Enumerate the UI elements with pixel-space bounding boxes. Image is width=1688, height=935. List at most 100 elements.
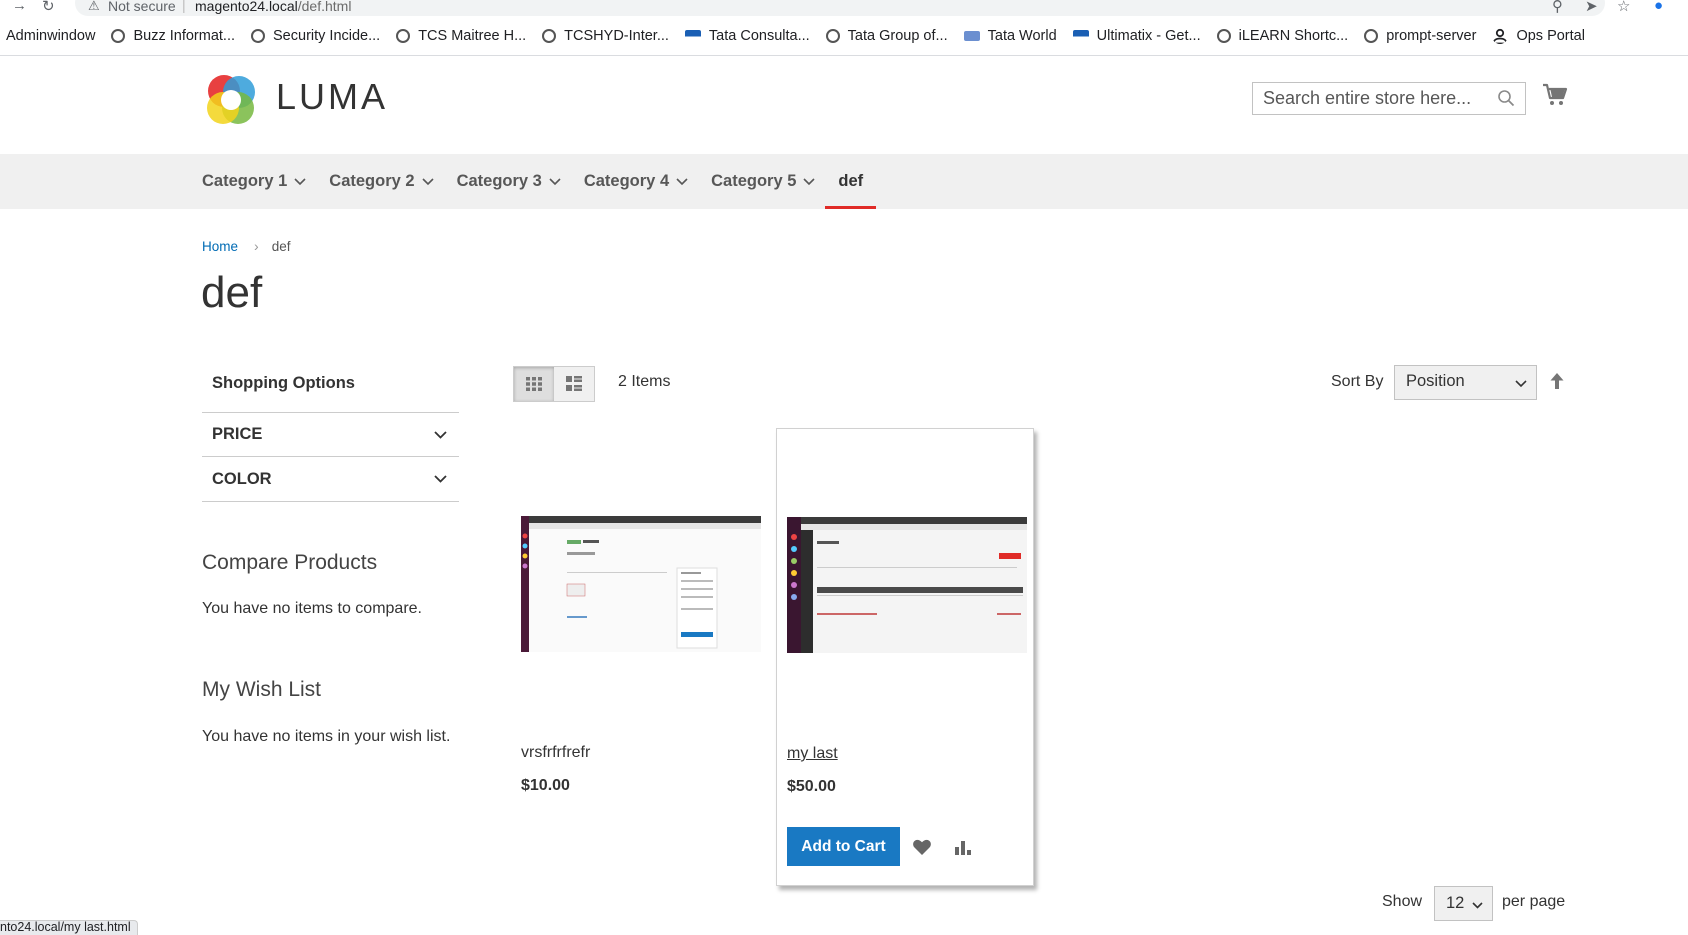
breadcrumb-current: def	[271, 238, 291, 254]
compare-empty-text: You have no items to compare.	[202, 600, 422, 617]
logo-text[interactable]: LUMA	[276, 76, 388, 118]
search-icon[interactable]	[1497, 89, 1515, 107]
nav-category-4[interactable]: Category 4	[584, 154, 688, 209]
luma-logo-icon[interactable]	[202, 71, 260, 129]
warning-icon[interactable]: ⚠	[88, 0, 100, 14]
product-card[interactable]: my last $50.00 Add to Cart	[776, 428, 1034, 886]
product-name[interactable]: my last	[787, 745, 838, 763]
nav-label: Category 1	[202, 172, 288, 190]
tata-icon	[1072, 29, 1089, 42]
product-name[interactable]: vrsfrfrfrefr	[521, 744, 590, 762]
bookmark-label: Ops Portal	[1516, 27, 1585, 44]
page-title: def	[201, 268, 263, 317]
bookmark-tata-consultancy[interactable]: Tata Consulta...	[684, 27, 810, 44]
globe-icon	[1364, 28, 1379, 43]
search-input[interactable]	[1253, 83, 1493, 114]
sort-by-label: Sort By	[1331, 373, 1384, 390]
grid-view-button[interactable]	[514, 367, 554, 401]
filter-label: PRICE	[212, 425, 263, 443]
forward-icon[interactable]: →	[12, 0, 27, 14]
add-to-cart-button[interactable]: Add to Cart	[787, 827, 900, 866]
nav-category-3[interactable]: Category 3	[457, 154, 561, 209]
category-nav: Category 1 Category 2 Category 3 Categor…	[0, 154, 1688, 209]
globe-icon	[542, 28, 557, 43]
chevron-down-icon	[434, 430, 447, 439]
bookmark-security[interactable]: Security Incide...	[251, 28, 380, 44]
chevron-down-icon	[803, 177, 815, 185]
filter-color[interactable]: COLOR	[202, 456, 459, 502]
chevron-down-icon	[1515, 380, 1527, 388]
product-image[interactable]	[521, 516, 761, 652]
bookmark-label: Tata Consulta...	[708, 27, 810, 44]
bookmark-adminwindow[interactable]: Adminwindow	[6, 28, 95, 44]
globe-icon	[111, 28, 126, 43]
bookmark-label: Buzz Informat...	[133, 27, 236, 44]
product-price: $50.00	[787, 778, 836, 795]
globe-icon	[396, 28, 411, 43]
globe-icon	[1216, 28, 1231, 43]
compare-icon[interactable]	[953, 838, 973, 856]
chevron-down-icon	[434, 475, 447, 483]
filter-price[interactable]: PRICE	[202, 412, 459, 456]
extension-icon[interactable]: ●	[1654, 0, 1663, 14]
bookmark-label: iLEARN Shortc...	[1238, 27, 1349, 44]
sort-by-select[interactable]: Position	[1394, 365, 1537, 400]
limiter-show-label: Show	[1382, 893, 1423, 910]
url-text[interactable]: magento24.local/def.html	[195, 0, 351, 14]
chevron-down-icon	[1472, 902, 1483, 909]
bookmark-tata-world[interactable]: Tata World	[963, 28, 1057, 44]
nav-label: Category 4	[583, 172, 670, 190]
bookmark-label: prompt-server	[1386, 27, 1477, 44]
bookmark-label: Adminwindow	[6, 27, 96, 44]
globe-icon	[825, 28, 840, 43]
breadcrumb: Home › def	[202, 238, 290, 254]
filter-label: COLOR	[212, 469, 272, 488]
bookmark-maitree[interactable]: TCS Maitree H...	[396, 28, 526, 44]
browser-address-bar: → ↻ ⚠ Not secure | magento24.local/def.h…	[0, 0, 1688, 16]
limiter-value: 12	[1446, 894, 1465, 912]
product-card[interactable]: vrsfrfrfrefr $10.00	[521, 428, 779, 886]
security-label[interactable]: Not secure	[108, 0, 176, 14]
bookmark-label: Tata Group of...	[847, 27, 948, 44]
send-icon[interactable]: ➤	[1585, 0, 1598, 15]
bookmark-ops-portal[interactable]: Ops Portal	[1492, 28, 1585, 44]
bookmark-buzz[interactable]: Buzz Informat...	[111, 28, 235, 44]
limiter-per-page-label: per page	[1502, 893, 1566, 910]
bookmark-tata-group[interactable]: Tata Group of...	[825, 27, 948, 44]
bookmarks-bar: Adminwindow Buzz Informat... Security In…	[0, 16, 1688, 56]
nav-label: Category 3	[456, 172, 542, 190]
list-view-button[interactable]	[554, 367, 594, 401]
wishlist-heart-icon[interactable]	[912, 838, 932, 856]
browser-status-url: nto24.local/my last.html	[0, 920, 138, 935]
nav-label: Category 5	[711, 172, 797, 190]
nav-def[interactable]: def	[825, 154, 876, 209]
person-icon	[1493, 28, 1508, 44]
sort-direction-icon[interactable]	[1549, 372, 1565, 390]
bookmark-label: Ultimatix - Get...	[1096, 27, 1201, 44]
zoom-icon[interactable]: ⚲	[1552, 0, 1563, 15]
limiter-select[interactable]: 12	[1434, 886, 1493, 921]
nav-category-1[interactable]: Category 1	[202, 154, 306, 209]
bookmark-tcshyd[interactable]: TCSHYD-Inter...	[542, 28, 669, 44]
bookmark-ultimatix[interactable]: Ultimatix - Get...	[1072, 27, 1201, 44]
breadcrumb-home[interactable]: Home	[202, 239, 238, 254]
nav-label: def	[838, 172, 864, 190]
chevron-down-icon	[294, 177, 306, 185]
bookmark-prompt-server[interactable]: prompt-server	[1364, 28, 1476, 44]
star-icon[interactable]: ☆	[1617, 0, 1630, 15]
nav-category-2[interactable]: Category 2	[329, 154, 434, 209]
url-host: magento24.local	[195, 0, 298, 14]
nav-category-5[interactable]: Category 5	[711, 154, 815, 209]
chevron-down-icon	[421, 177, 434, 185]
reload-icon[interactable]: ↻	[42, 0, 55, 15]
tata-icon	[684, 29, 701, 42]
compare-products-title: Compare Products	[202, 551, 378, 574]
bookmark-ilearn[interactable]: iLEARN Shortc...	[1216, 27, 1349, 44]
url-separator: |	[182, 0, 186, 13]
bookmark-label: Security Incide...	[273, 27, 381, 44]
cart-icon[interactable]	[1542, 83, 1568, 107]
product-image[interactable]	[787, 517, 1027, 653]
sort-by-value: Position	[1406, 372, 1465, 390]
bookmark-label: TCS Maitree H...	[418, 27, 527, 44]
chevron-down-icon	[676, 177, 688, 185]
